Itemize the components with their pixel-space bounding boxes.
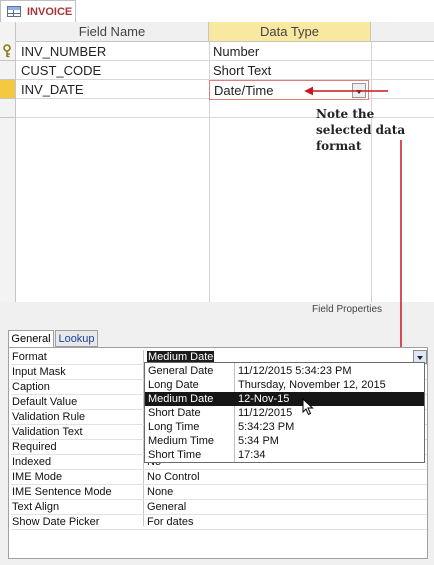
format-option-example: 5:34 PM bbox=[238, 435, 279, 447]
property-name: Indexed bbox=[12, 456, 52, 468]
format-option[interactable]: Short Time 17:34 bbox=[145, 448, 424, 462]
format-dropdown-list[interactable]: General Date 11/12/2015 5:34:23 PM Long … bbox=[144, 362, 425, 463]
format-option-name: Long Date bbox=[148, 379, 199, 391]
property-row[interactable]: Text Align General bbox=[11, 500, 427, 515]
property-name: Required bbox=[12, 441, 57, 453]
format-option-example: 11/12/2015 5:34:23 PM bbox=[238, 365, 352, 377]
property-value[interactable]: For dates bbox=[147, 516, 193, 528]
format-option-selected[interactable]: Medium Date 12-Nov-15 bbox=[145, 392, 424, 406]
format-option-example: 5:34:23 PM bbox=[238, 421, 295, 433]
format-option-name: Long Time bbox=[148, 421, 200, 433]
format-option[interactable]: Long Date Thursday, November 12, 2015 bbox=[145, 378, 424, 392]
property-name: IME Mode bbox=[12, 471, 63, 483]
property-value[interactable]: None bbox=[147, 486, 173, 498]
format-option-name: Short Date bbox=[148, 407, 201, 419]
property-name: Show Date Picker bbox=[12, 516, 100, 528]
property-name: Default Value bbox=[12, 396, 78, 408]
property-name: Validation Rule bbox=[12, 411, 86, 423]
mouse-pointer-icon bbox=[302, 398, 314, 416]
format-option-example: 11/12/2015 bbox=[238, 407, 293, 419]
property-name: Input Mask bbox=[12, 366, 66, 378]
format-option[interactable]: Medium Time 5:34 PM bbox=[145, 434, 424, 448]
property-row[interactable]: Show Date Picker For dates bbox=[11, 515, 427, 530]
property-value[interactable]: No Control bbox=[147, 471, 200, 483]
format-option-example: 17:34 bbox=[238, 449, 266, 461]
format-option-name: Medium Time bbox=[148, 435, 215, 447]
format-option[interactable]: Long Time 5:34:23 PM bbox=[145, 420, 424, 434]
format-option-example: Thursday, November 12, 2015 bbox=[238, 379, 386, 391]
format-option[interactable]: Short Date 11/12/2015 bbox=[145, 406, 424, 420]
property-name: Format bbox=[12, 351, 47, 363]
property-name: Validation Text bbox=[12, 426, 83, 438]
field-properties-label: Field Properties bbox=[312, 304, 383, 315]
property-value[interactable]: General bbox=[147, 501, 186, 513]
tab-general[interactable]: General bbox=[8, 330, 54, 348]
property-row[interactable]: IME Mode No Control bbox=[11, 470, 427, 485]
format-option-name: General Date bbox=[148, 365, 214, 377]
property-name: Text Align bbox=[12, 501, 60, 513]
property-name: IME Sentence Mode bbox=[12, 486, 112, 498]
format-option-example: 12-Nov-15 bbox=[238, 393, 290, 405]
property-row[interactable]: IME Sentence Mode None bbox=[11, 485, 427, 500]
format-option-name: Medium Date bbox=[148, 393, 214, 405]
property-name: Caption bbox=[12, 381, 50, 393]
tab-lookup[interactable]: Lookup bbox=[55, 330, 98, 347]
format-option-name: Short Time bbox=[148, 449, 202, 461]
format-option[interactable]: General Date 11/12/2015 5:34:23 PM bbox=[145, 364, 424, 378]
